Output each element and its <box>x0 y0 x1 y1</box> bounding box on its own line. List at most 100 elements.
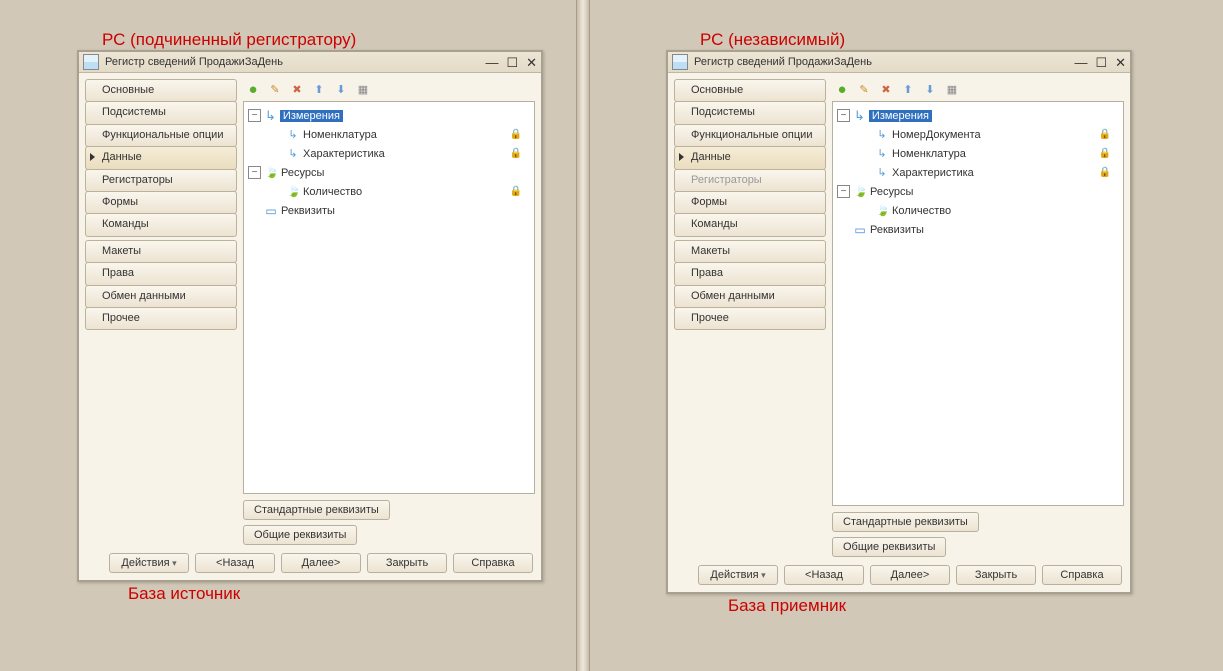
resources-icon: 🍃 <box>265 166 277 179</box>
nav-obmen[interactable]: Обмен данными <box>85 285 237 308</box>
dimension-item-icon: ↳ <box>287 128 299 141</box>
tree-item[interactable]: Количество <box>303 186 362 198</box>
annot-left-top: РС (подчиненный регистратору) <box>102 30 356 50</box>
nav-osnovnye[interactable]: Основные <box>674 79 826 102</box>
close-dialog-button[interactable]: Закрыть <box>956 565 1036 585</box>
lock-icon: 🔒 <box>1099 167 1119 178</box>
nav-komandy[interactable]: Команды <box>85 213 237 236</box>
register-icon <box>672 54 688 70</box>
nav-prochee[interactable]: Прочее <box>85 307 237 330</box>
resource-item-icon: 🍃 <box>876 204 888 217</box>
tree[interactable]: −↳Измерения ↳Номенклатура🔒 ↳Характеристи… <box>243 101 535 494</box>
close-button[interactable]: ✕ <box>1115 56 1126 69</box>
tree-item[interactable]: Номенклатура <box>303 129 377 141</box>
edit-button[interactable]: ✎ <box>856 81 872 97</box>
tree-item[interactable]: Номенклатура <box>892 148 966 160</box>
help-button[interactable]: Справка <box>453 553 533 573</box>
resource-item-icon: 🍃 <box>287 185 299 198</box>
minimize-button[interactable]: — <box>485 56 498 69</box>
delete-button[interactable]: ✖ <box>878 81 894 97</box>
up-button[interactable]: ⬆ <box>900 81 916 97</box>
tree-item[interactable]: НомерДокумента <box>892 129 981 141</box>
nav-osnovnye[interactable]: Основные <box>85 79 237 102</box>
nav-makety[interactable]: Макеты <box>85 240 237 263</box>
lock-icon: 🔒 <box>510 186 530 197</box>
nav-func-opts[interactable]: Функциональные опции <box>85 124 237 147</box>
sort-button[interactable]: ▦ <box>355 81 371 97</box>
nav-podsistemy[interactable]: Подсистемы <box>674 101 826 124</box>
nav-komandy[interactable]: Команды <box>674 213 826 236</box>
tree-item[interactable]: Характеристика <box>303 148 385 160</box>
annot-right-bottom: База приемник <box>728 596 846 616</box>
nav-obmen[interactable]: Обмен данными <box>674 285 826 308</box>
standard-attrs-button[interactable]: Стандартные реквизиты <box>832 512 979 532</box>
dimensions-icon: ↳ <box>854 108 865 124</box>
tree-attributes[interactable]: Реквизиты <box>870 224 924 236</box>
tree[interactable]: −↳Измерения ↳НомерДокумента🔒 ↳Номенклату… <box>832 101 1124 506</box>
sidebar: Основные Подсистемы Функциональные опции… <box>674 79 826 557</box>
nav-formy[interactable]: Формы <box>85 191 237 214</box>
actions-button[interactable]: Действия <box>109 553 189 573</box>
close-dialog-button[interactable]: Закрыть <box>367 553 447 573</box>
nav-makety[interactable]: Макеты <box>674 240 826 263</box>
minimize-button[interactable]: — <box>1074 56 1087 69</box>
window-title: Регистр сведений ПродажиЗаДень <box>694 56 872 68</box>
dimension-item-icon: ↳ <box>287 147 299 160</box>
titlebar[interactable]: Регистр сведений ПродажиЗаДень — ☐ ✕ <box>668 52 1130 73</box>
nav-prava[interactable]: Права <box>674 262 826 285</box>
close-button[interactable]: ✕ <box>526 56 537 69</box>
add-button[interactable]: ● <box>245 81 261 97</box>
window-right: Регистр сведений ПродажиЗаДень — ☐ ✕ Осн… <box>666 50 1132 594</box>
nav-registratory[interactable]: Регистраторы <box>85 169 237 192</box>
window-title: Регистр сведений ПродажиЗаДень <box>105 56 283 68</box>
nav-registratory: Регистраторы <box>674 169 826 192</box>
tree-item[interactable]: Количество <box>892 205 951 217</box>
nav-podsistemy[interactable]: Подсистемы <box>85 101 237 124</box>
next-button[interactable]: Далее> <box>870 565 950 585</box>
expand-icon[interactable]: − <box>248 109 261 122</box>
toolbar: ● ✎ ✖ ⬆ ⬇ ▦ <box>832 79 1124 99</box>
down-button[interactable]: ⬇ <box>922 81 938 97</box>
dimension-item-icon: ↳ <box>876 128 888 141</box>
common-attrs-button[interactable]: Общие реквизиты <box>832 537 946 557</box>
add-button[interactable]: ● <box>834 81 850 97</box>
maximize-button[interactable]: ☐ <box>506 56 518 69</box>
nav-dannye[interactable]: Данные <box>674 146 826 169</box>
tree-resources[interactable]: Ресурсы <box>281 167 324 179</box>
nav-dannye[interactable]: Данные <box>85 146 237 169</box>
lock-icon: 🔒 <box>510 148 530 159</box>
window-left: Регистр сведений ПродажиЗаДень — ☐ ✕ Осн… <box>77 50 543 582</box>
sort-button[interactable]: ▦ <box>944 81 960 97</box>
next-button[interactable]: Далее> <box>281 553 361 573</box>
expand-icon[interactable]: − <box>837 109 850 122</box>
tree-dimensions[interactable]: Измерения <box>869 110 932 122</box>
tree-resources[interactable]: Ресурсы <box>870 186 913 198</box>
lock-icon: 🔒 <box>1099 129 1119 140</box>
up-button[interactable]: ⬆ <box>311 81 327 97</box>
resources-icon: 🍃 <box>854 185 866 198</box>
nav-prochee[interactable]: Прочее <box>674 307 826 330</box>
nav-prava[interactable]: Права <box>85 262 237 285</box>
annot-right-top: РС (независимый) <box>700 30 845 50</box>
help-button[interactable]: Справка <box>1042 565 1122 585</box>
nav-formy[interactable]: Формы <box>674 191 826 214</box>
maximize-button[interactable]: ☐ <box>1095 56 1107 69</box>
actions-button[interactable]: Действия <box>698 565 778 585</box>
tree-item[interactable]: Характеристика <box>892 167 974 179</box>
tree-dimensions[interactable]: Измерения <box>280 110 343 122</box>
annot-left-bottom: База источник <box>128 584 240 604</box>
titlebar[interactable]: Регистр сведений ПродажиЗаДень — ☐ ✕ <box>79 52 541 73</box>
toolbar: ● ✎ ✖ ⬆ ⬇ ▦ <box>243 79 535 99</box>
edit-button[interactable]: ✎ <box>267 81 283 97</box>
expand-icon[interactable]: − <box>837 185 850 198</box>
tree-attributes[interactable]: Реквизиты <box>281 205 335 217</box>
expand-icon[interactable]: − <box>248 166 261 179</box>
down-button[interactable]: ⬇ <box>333 81 349 97</box>
common-attrs-button[interactable]: Общие реквизиты <box>243 525 357 545</box>
back-button[interactable]: <Назад <box>784 565 864 585</box>
back-button[interactable]: <Назад <box>195 553 275 573</box>
delete-button[interactable]: ✖ <box>289 81 305 97</box>
standard-attrs-button[interactable]: Стандартные реквизиты <box>243 500 390 520</box>
lock-icon: 🔒 <box>510 129 530 140</box>
nav-func-opts[interactable]: Функциональные опции <box>674 124 826 147</box>
